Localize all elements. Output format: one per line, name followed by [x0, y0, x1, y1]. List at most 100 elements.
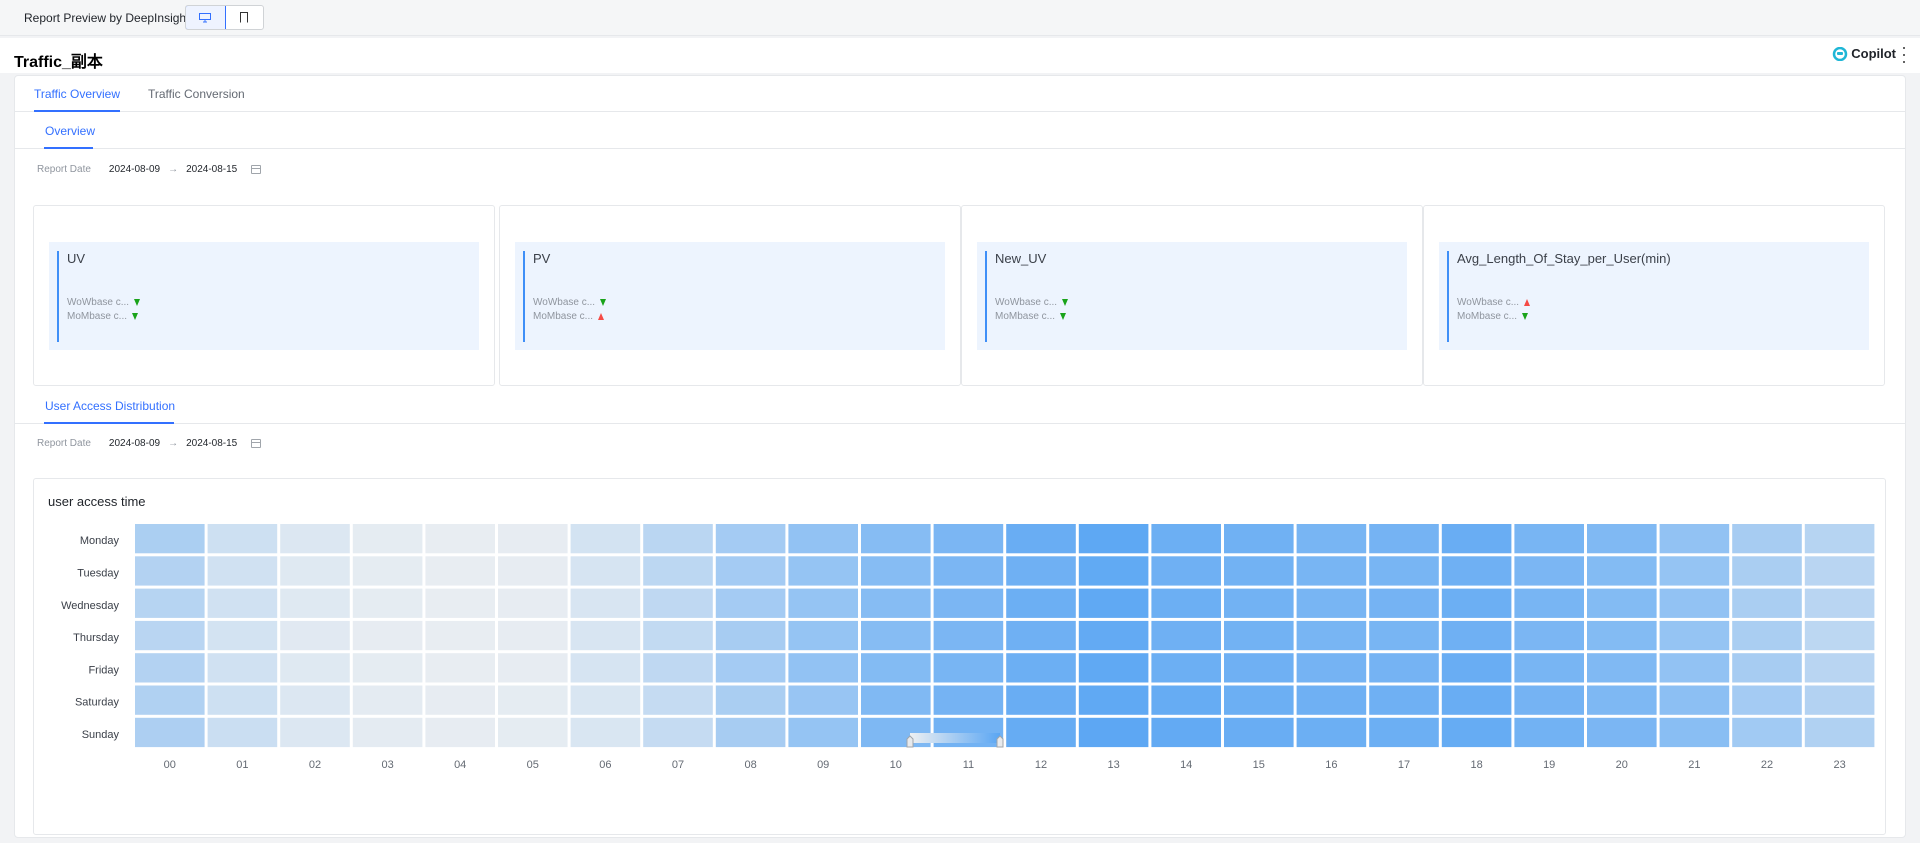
kpi-mom-row: MoMbase c...: [995, 311, 1067, 322]
heatmap-cell: [1078, 685, 1149, 715]
calendar-icon[interactable]: [251, 438, 262, 448]
overview-tab-label[interactable]: Overview: [45, 124, 95, 138]
heatmap-cell: [788, 717, 858, 748]
heatmap-cell: [1151, 524, 1221, 554]
y-axis-label: Wednesday: [61, 600, 119, 612]
kpi-card-uv: UV WoWbase c... MoMbase c...: [33, 205, 495, 386]
overview-date-filter[interactable]: Report Date 2024-08-09 → 2024-08-15: [37, 159, 262, 179]
x-axis-label: 20: [1616, 759, 1628, 771]
heatmap-cell: [1296, 620, 1367, 651]
trend-down-icon: [1060, 313, 1067, 320]
kpi-name: New_UV: [995, 251, 1047, 266]
heatmap-cell: [207, 556, 278, 586]
kpi-mom-row: MoMbase c...: [533, 311, 605, 322]
kpi-card-avg-stay: Avg_Length_Of_Stay_per_User(min) WoWbase…: [1423, 205, 1885, 386]
heatmap-cell: [788, 620, 858, 651]
heatmap-cell: [1151, 620, 1221, 651]
legend-handle-icon[interactable]: [906, 735, 914, 748]
x-axis-label: 07: [672, 759, 684, 771]
heatmap-cell: [1224, 685, 1294, 715]
heatmap-cell: [1224, 556, 1294, 586]
wow-label: WoWbase c...: [1457, 297, 1520, 308]
heatmap-cell: [1514, 717, 1584, 748]
desktop-view-button[interactable]: [186, 6, 226, 29]
tab-traffic-overview[interactable]: Traffic Overview: [34, 87, 120, 101]
copilot-label: Copilot: [1851, 46, 1896, 61]
x-axis-label: 13: [1107, 759, 1119, 771]
heatmap-cell: [1514, 556, 1584, 586]
date-end[interactable]: 2024-08-15: [186, 164, 237, 175]
heatmap-cell: [715, 524, 786, 554]
heatmap-cell: [1296, 556, 1367, 586]
heatmap-cell: [425, 653, 495, 683]
mom-label: MoMbase c...: [533, 311, 594, 322]
heatmap-cell: [570, 653, 641, 683]
heatmap-cell: [1732, 685, 1802, 715]
heatmap-cell: [1732, 588, 1802, 618]
distribution-tab-label[interactable]: User Access Distribution: [45, 399, 175, 413]
heatmap-cell: [1587, 524, 1657, 554]
kpi-name: UV: [67, 251, 86, 266]
heatmap-cell: [1224, 524, 1294, 554]
x-axis-label: 02: [309, 759, 321, 771]
heatmap-cell: [352, 717, 423, 748]
x-axis-label: 17: [1398, 759, 1410, 771]
kpi-accent-bar: [1447, 251, 1449, 342]
heatmap-cell: [570, 620, 641, 651]
heatmap-cell: [715, 685, 786, 715]
heatmap-cell: [861, 685, 931, 715]
overview-tab-indicator: [44, 147, 93, 149]
tab-traffic-conversion[interactable]: Traffic Conversion: [148, 87, 245, 101]
kpi-card-new-uv: New_UV WoWbase c... MoMbase c...: [961, 205, 1423, 386]
y-axis-label: Tuesday: [77, 567, 119, 579]
date-start[interactable]: 2024-08-09: [109, 438, 160, 449]
heatmap-cell: [643, 588, 713, 618]
more-menu-icon[interactable]: [1902, 47, 1906, 63]
heatmap-cell: [1296, 588, 1367, 618]
heatmap-cell: [1078, 620, 1149, 651]
heatmap-cell: [135, 524, 205, 554]
heatmap-cell: [207, 653, 278, 683]
copilot-button[interactable]: Copilot: [1832, 46, 1896, 61]
heatmap-cell: [1659, 685, 1730, 715]
kpi-wow-row: WoWbase c...: [1457, 297, 1531, 308]
heatmap-cell: [1804, 653, 1875, 683]
top-bar: Report Preview by DeepInsight: [0, 0, 1920, 36]
heatmap-cell: [352, 524, 423, 554]
heatmap-cell: [1514, 588, 1584, 618]
heatmap-cell: [1804, 524, 1875, 554]
overview-section-tab: Overview: [15, 112, 1905, 149]
kpi-wow-row: WoWbase c...: [995, 297, 1069, 308]
x-axis-label: 09: [817, 759, 829, 771]
report-tabs: Traffic Overview Traffic Conversion: [15, 76, 1905, 112]
heatmap-cell: [643, 717, 713, 748]
x-axis-label: 15: [1253, 759, 1265, 771]
date-end[interactable]: 2024-08-15: [186, 438, 237, 449]
device-toggle[interactable]: [185, 5, 264, 30]
mobile-view-button[interactable]: [225, 6, 264, 29]
heatmap-cell: [280, 620, 350, 651]
heatmap-cell: [280, 653, 350, 683]
heatmap-cell: [135, 685, 205, 715]
heatmap-cell: [280, 524, 350, 554]
heatmap-cell: [280, 685, 350, 715]
x-axis-label: 01: [236, 759, 248, 771]
legend-handle-icon[interactable]: [996, 735, 1004, 748]
heatmap-cell: [788, 556, 858, 586]
heatmap-cell: [643, 653, 713, 683]
heatmap-cell: [643, 620, 713, 651]
heatmap-cell: [1369, 717, 1439, 748]
date-start[interactable]: 2024-08-09: [109, 164, 160, 175]
x-axis-label: 22: [1761, 759, 1773, 771]
x-axis-label: 00: [164, 759, 176, 771]
heatmap-cell: [1151, 556, 1221, 586]
heatmap-cell: [1441, 556, 1512, 586]
calendar-icon[interactable]: [251, 164, 262, 174]
heatmap-cell: [352, 620, 423, 651]
kpi-accent-bar: [523, 251, 525, 342]
y-axis-label: Friday: [88, 664, 119, 676]
kpi-mom-row: MoMbase c...: [1457, 311, 1529, 322]
trend-down-icon: [134, 299, 141, 306]
distribution-date-filter[interactable]: Report Date 2024-08-09 → 2024-08-15: [37, 433, 262, 453]
topbar-title: Report Preview by DeepInsight: [24, 11, 190, 25]
